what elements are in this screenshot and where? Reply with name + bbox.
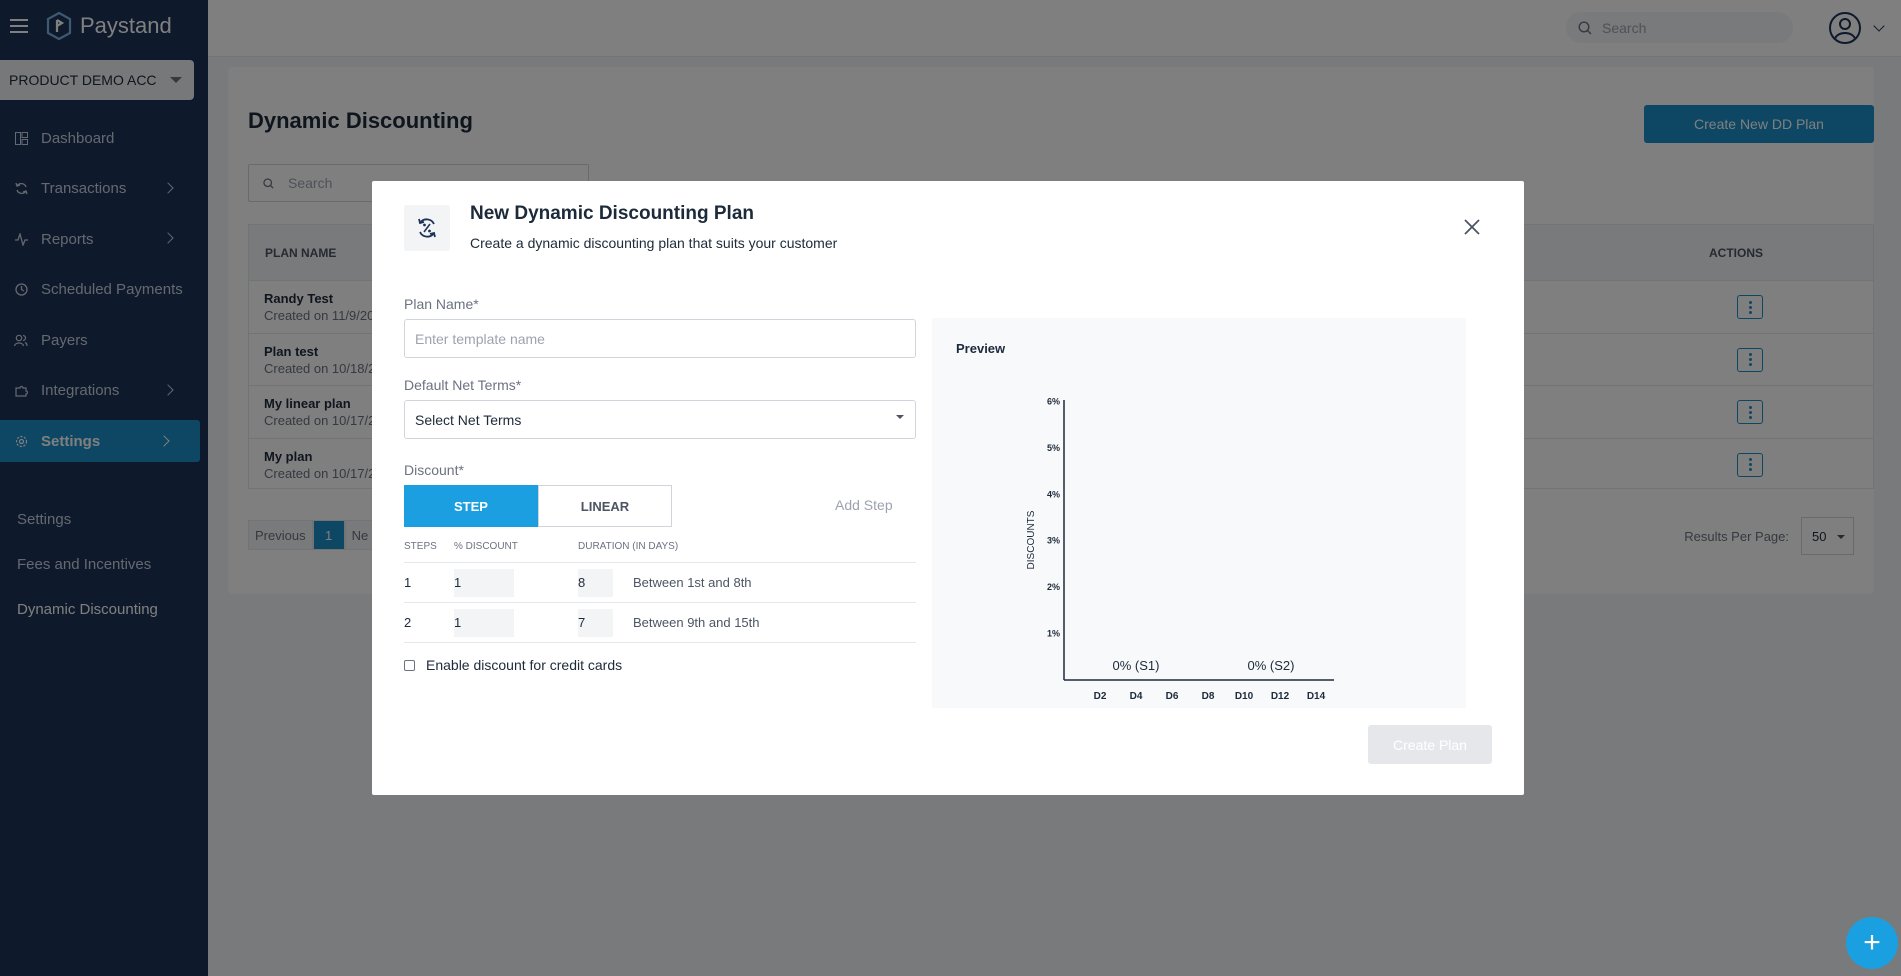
add-step-button[interactable]: Add Step: [835, 497, 893, 513]
x-tick-label: D4: [1130, 691, 1143, 702]
y-tick-label: 3%: [1047, 536, 1060, 546]
new-dd-plan-modal: New Dynamic Discounting Plan Create a dy…: [372, 181, 1524, 795]
x-tick-label: D12: [1271, 691, 1290, 702]
discount-cycle-icon: [404, 205, 450, 251]
plan-name-placeholder: Enter template name: [415, 330, 545, 347]
step-number: 2: [404, 615, 412, 630]
y-tick-label: 2%: [1047, 582, 1060, 592]
y-axis-label: DISCOUNTS: [1026, 510, 1037, 569]
required-mark: *: [473, 296, 479, 312]
modal-title: New Dynamic Discounting Plan: [470, 203, 754, 224]
x-tick-label: D14: [1307, 691, 1326, 702]
y-tick-label: 6%: [1047, 396, 1060, 406]
discount-label: Discount*: [404, 462, 464, 478]
step-discount-input[interactable]: 1: [454, 568, 514, 597]
net-terms-label-text: Default Net Terms: [404, 377, 516, 393]
credit-card-label: Enable discount for credit cards: [426, 657, 623, 673]
column-header-steps: STEPS: [404, 541, 437, 552]
credit-card-checkbox[interactable]: [404, 659, 415, 671]
steps-table: STEPS % DISCOUNT DURATION (IN DAYS) 1 1 …: [404, 541, 916, 643]
plan-name-label: Plan Name*: [404, 296, 479, 312]
discount-type-toggle: STEP LINEAR: [404, 485, 672, 527]
step-discount-input[interactable]: 1: [454, 608, 514, 637]
steps-table-header: STEPS % DISCOUNT DURATION (IN DAYS): [404, 541, 916, 563]
discount-preview-chart: 1% 2% 3% 4% 5% 6% DISCOUNTS D2 D4 D6 D8 D10 D12 D14 0%…: [1026, 396, 1334, 702]
step-number: 1: [404, 575, 412, 590]
x-tick-label: D2: [1094, 691, 1107, 702]
required-mark: *: [458, 462, 464, 478]
modal-subtitle: Create a dynamic discounting plan that s…: [470, 235, 838, 251]
close-icon[interactable]: [1464, 219, 1480, 235]
plus-icon: +: [1863, 926, 1881, 959]
y-tick-label: 1%: [1047, 629, 1060, 639]
bar-value-label: 0% (S2): [1248, 658, 1295, 673]
x-tick-label: D8: [1202, 691, 1215, 702]
plan-name-input[interactable]: Enter template name: [404, 319, 916, 358]
column-header-discount: % DISCOUNT: [454, 541, 518, 552]
net-terms-label: Default Net Terms*: [404, 377, 521, 393]
step-duration-input[interactable]: 7: [578, 608, 613, 637]
net-terms-select[interactable]: Select Net Terms: [404, 400, 916, 439]
step-range-text: Between 9th and 15th: [633, 615, 760, 630]
credit-card-discount-option[interactable]: Enable discount for credit cards: [404, 657, 622, 673]
bar-value-label: 0% (S1): [1113, 658, 1160, 673]
step-row: 1 1 8 Between 1st and 8th: [404, 563, 916, 603]
preview-panel: Preview 1% 2% 3% 4% 5% 6% DISCOUNTS D2 D4 D6 D8 D10…: [932, 318, 1466, 708]
net-terms-value: Select Net Terms: [415, 411, 522, 428]
add-fab-button[interactable]: +: [1846, 917, 1898, 969]
app-root: Paystand PRODUCT DEMO ACC Dashboard Tran…: [0, 0, 1901, 976]
step-duration-input[interactable]: 8: [578, 568, 613, 597]
x-tick-label: D10: [1235, 691, 1254, 702]
required-mark: *: [515, 377, 522, 393]
step-toggle-button[interactable]: STEP: [404, 485, 538, 527]
x-tick-label: D6: [1166, 691, 1179, 702]
column-header-duration: DURATION (IN DAYS): [578, 541, 679, 552]
discount-label-text: Discount: [404, 462, 459, 478]
create-plan-button[interactable]: Create Plan: [1368, 725, 1492, 764]
step-range-text: Between 1st and 8th: [633, 575, 752, 590]
plan-name-label-text: Plan Name: [404, 296, 474, 312]
linear-toggle-button[interactable]: LINEAR: [538, 485, 672, 527]
step-row: 2 1 7 Between 9th and 15th: [404, 603, 916, 643]
y-tick-label: 5%: [1047, 443, 1060, 453]
y-tick-label: 4%: [1047, 489, 1060, 499]
